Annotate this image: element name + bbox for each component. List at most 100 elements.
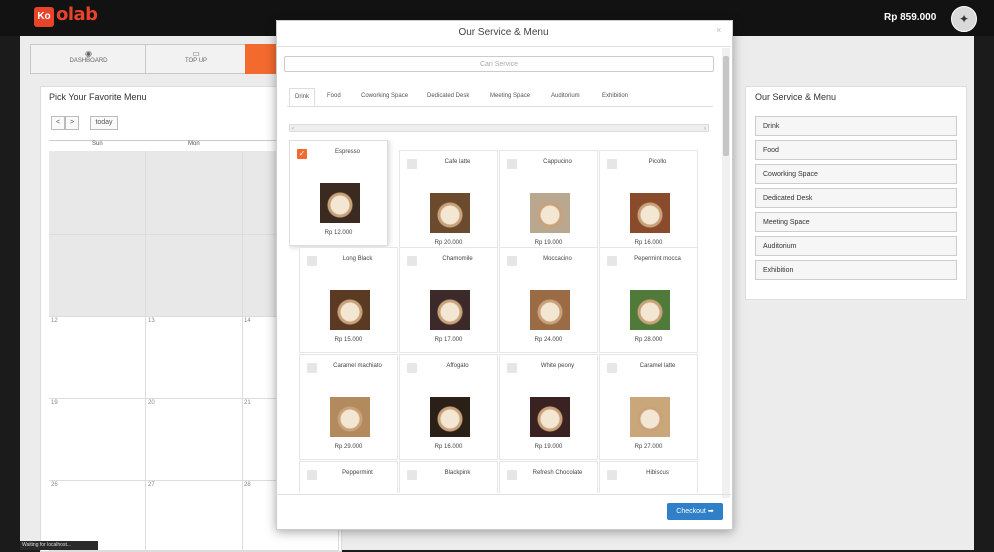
search-input[interactable]: Cari Service — [284, 56, 714, 72]
menu-item-name: Moccacino — [543, 256, 572, 262]
menu-item-card[interactable]: Caramel machiato Rp 29.000 — [299, 354, 398, 460]
menu-item-card[interactable]: Affogato Rp 16.000 — [399, 354, 498, 460]
menu-item-card[interactable]: Picollo Rp 16.000 — [599, 150, 698, 256]
menu-item-card[interactable]: Caramel latte Rp 27.000 — [599, 354, 698, 460]
tab-topup-label: TOP UP — [184, 58, 208, 64]
calendar-date: 13 — [148, 318, 155, 324]
menu-item-photo — [320, 183, 360, 223]
menu-item-name: Affogato — [446, 363, 469, 369]
menu-item-name: Long Black — [342, 256, 373, 262]
menu-item-card[interactable]: Hibiscus — [599, 461, 698, 493]
close-icon[interactable]: × — [716, 25, 721, 35]
menu-item-price: Rp 28.000 — [634, 337, 663, 343]
menu-item-price: Rp 27.000 — [634, 444, 663, 450]
menu-item-checkbox[interactable] — [607, 159, 617, 169]
service-item-meeting-space[interactable]: Meeting Space — [755, 212, 957, 232]
menu-item-card[interactable]: Cafe latte Rp 20.000 — [399, 150, 498, 256]
tab-drink[interactable]: Drink — [289, 88, 316, 106]
menu-item-name: Cafe latte — [444, 159, 471, 165]
menu-item-checkbox[interactable] — [407, 159, 417, 169]
checkout-button[interactable]: Checkout ➡ — [667, 503, 723, 520]
menu-item-checkbox[interactable] — [507, 363, 517, 373]
menu-item-checkbox[interactable] — [607, 363, 617, 373]
service-item-dedicated-desk[interactable]: Dedicated Desk — [755, 188, 957, 208]
menu-item-checkbox[interactable] — [307, 363, 317, 373]
menu-item-checkbox[interactable] — [507, 159, 517, 169]
tab-exhibition[interactable]: Exhibition — [602, 88, 628, 104]
tab-topup[interactable]: ▭ TOP UP — [145, 44, 247, 74]
menu-item-card[interactable]: White peony Rp 19.000 — [499, 354, 598, 460]
menu-item-card[interactable]: ✓ Espresso Rp 12.000 — [289, 140, 388, 246]
menu-item-name: Refresh Chocolate — [532, 470, 583, 476]
service-menu-title: Our Service & Menu — [755, 92, 837, 102]
service-item-coworking[interactable]: Coworking Space — [755, 164, 957, 184]
modal-divider — [276, 46, 731, 47]
tab-active-indicator[interactable] — [245, 44, 276, 74]
scroll-left-icon[interactable]: ‹ — [292, 126, 294, 132]
wallet-icon: ▭ — [192, 49, 200, 58]
menu-item-checkbox[interactable] — [407, 363, 417, 373]
menu-item-checkbox[interactable] — [307, 470, 317, 480]
calendar-prev-button[interactable]: < — [51, 116, 65, 130]
tab-dedicated-desk[interactable]: Dedicated Desk — [427, 88, 469, 104]
menu-item-photo — [530, 193, 570, 233]
calendar-today-button[interactable]: today — [90, 116, 118, 130]
tab-auditorium[interactable]: Auditorium — [551, 88, 580, 104]
menu-item-checkbox[interactable] — [507, 256, 517, 266]
scroll-right-icon[interactable]: › — [704, 125, 708, 133]
menu-item-card[interactable]: Moccacino Rp 24.000 — [499, 247, 598, 353]
menu-item-name: Caramel machiato — [333, 363, 382, 369]
browser-status: Waiting for localhost... — [20, 541, 98, 550]
tab-food[interactable]: Food — [327, 88, 341, 104]
menu-item-name: Pepermint mocca — [634, 256, 681, 262]
menu-item-photo — [330, 290, 370, 330]
modal-title: Our Service & Menu — [458, 27, 549, 38]
menu-item-checkbox[interactable] — [607, 470, 617, 480]
menu-item-name: Chamomile — [442, 256, 473, 262]
menu-item-checkbox[interactable] — [307, 256, 317, 266]
menu-item-name: Picollo — [648, 159, 667, 165]
menu-item-card[interactable]: Refresh Chocolate — [499, 461, 598, 493]
menu-item-card[interactable]: Long Black Rp 15.000 — [299, 247, 398, 353]
menu-item-card[interactable]: Blackpink — [399, 461, 498, 493]
menu-item-checkbox[interactable]: ✓ — [297, 149, 307, 159]
menu-item-card[interactable]: Chamomile Rp 17.000 — [399, 247, 498, 353]
menu-item-card[interactable]: Pepermint mocca Rp 28.000 — [599, 247, 698, 353]
menu-item-price: Rp 17.000 — [434, 337, 463, 343]
service-item-exhibition[interactable]: Exhibition — [755, 260, 957, 280]
menu-item-card[interactable]: Peppermint — [299, 461, 398, 493]
calendar-day-mon: Mon — [188, 141, 200, 147]
menu-item-name: Cappucino — [543, 159, 572, 165]
menu-item-price: Rp 20.000 — [434, 240, 463, 246]
menu-item-photo — [430, 290, 470, 330]
menu-item-photo — [630, 397, 670, 437]
menu-item-photo — [630, 290, 670, 330]
menu-item-photo — [630, 193, 670, 233]
menu-item-checkbox[interactable] — [507, 470, 517, 480]
menu-item-checkbox[interactable] — [407, 470, 417, 480]
menu-item-name: Hibiscus — [646, 470, 669, 476]
menu-item-name: White peony — [540, 363, 575, 369]
profile-avatar[interactable]: ✦ — [951, 6, 977, 32]
menu-item-price: Rp 16.000 — [634, 240, 663, 246]
balance-amount: Rp 859.000 — [884, 12, 937, 23]
service-item-drink[interactable]: Drink — [755, 116, 957, 136]
calendar-next-button[interactable]: > — [65, 116, 79, 130]
logo-mark[interactable]: Ko — [34, 7, 54, 27]
tab-meeting-space[interactable]: Meeting Space — [490, 88, 530, 104]
tab-coworking-space[interactable]: Coworking Space — [361, 88, 408, 104]
service-item-auditorium[interactable]: Auditorium — [755, 236, 957, 256]
menu-item-photo — [430, 193, 470, 233]
menu-item-photo — [530, 290, 570, 330]
horizontal-scrollbar[interactable]: ‹ › — [289, 124, 709, 132]
vertical-scroll-thumb[interactable] — [723, 56, 729, 156]
menu-item-checkbox[interactable] — [407, 256, 417, 266]
tab-dashboard[interactable]: ◉ DASHBOARD — [30, 44, 147, 74]
modal-divider — [276, 494, 731, 495]
logo-text[interactable]: olab — [56, 4, 98, 25]
menu-item-price: Rp 24.000 — [534, 337, 563, 343]
menu-item-card[interactable]: Cappucino Rp 19.000 — [499, 150, 598, 256]
service-item-food[interactable]: Food — [755, 140, 957, 160]
menu-item-price: Rp 29.000 — [334, 444, 363, 450]
menu-item-checkbox[interactable] — [607, 256, 617, 266]
